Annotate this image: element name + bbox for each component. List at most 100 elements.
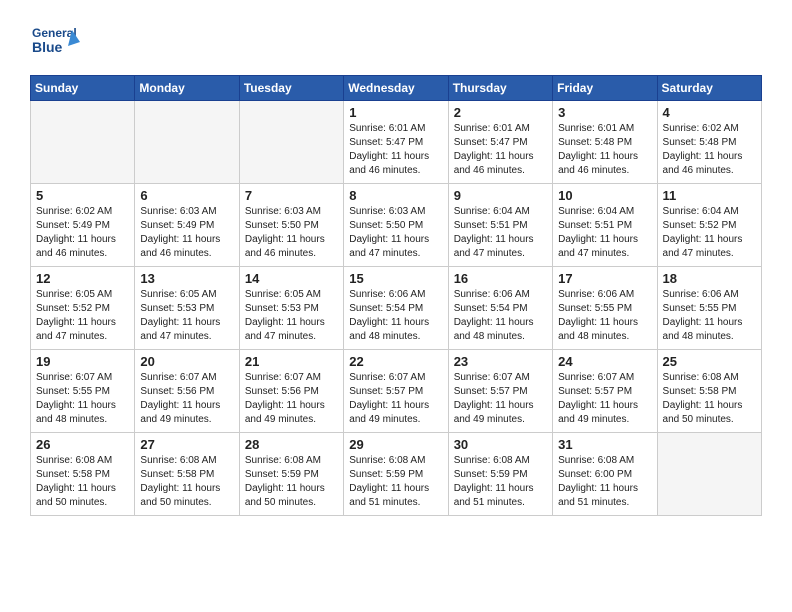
day-info: Sunrise: 6:03 AM Sunset: 5:50 PM Dayligh… <box>349 205 442 261</box>
calendar-cell: 21 Sunrise: 6:07 AM Sunset: 5:56 PM Dayli… <box>239 350 343 433</box>
calendar-header-row: SundayMondayTuesdayWednesdayThursdayFrid… <box>31 76 762 101</box>
day-number: 6 <box>140 188 233 203</box>
day-header-saturday: Saturday <box>657 76 761 101</box>
calendar-cell: 6 Sunrise: 6:03 AM Sunset: 5:49 PM Daylig… <box>135 184 239 267</box>
day-number: 9 <box>454 188 547 203</box>
calendar-cell: 26 Sunrise: 6:08 AM Sunset: 5:58 PM Dayli… <box>31 433 135 516</box>
calendar-week-row: 1 Sunrise: 6:01 AM Sunset: 5:47 PM Daylig… <box>31 101 762 184</box>
day-info: Sunrise: 6:07 AM Sunset: 5:57 PM Dayligh… <box>349 371 442 427</box>
day-info: Sunrise: 6:06 AM Sunset: 5:54 PM Dayligh… <box>349 288 442 344</box>
calendar-cell: 17 Sunrise: 6:06 AM Sunset: 5:55 PM Dayli… <box>553 267 657 350</box>
calendar-week-row: 5 Sunrise: 6:02 AM Sunset: 5:49 PM Daylig… <box>31 184 762 267</box>
day-number: 13 <box>140 271 233 286</box>
calendar-cell: 14Sunrise: 6:05 AM Sunset: 5:53 PM Dayli… <box>239 267 343 350</box>
day-info: Sunrise: 6:06 AM Sunset: 5:54 PM Dayligh… <box>454 288 547 344</box>
day-info: Sunrise: 6:05 AM Sunset: 5:53 PM Dayligh… <box>245 288 338 344</box>
calendar-cell: 4Sunrise: 6:02 AM Sunset: 5:48 PM Daylig… <box>657 101 761 184</box>
calendar-cell <box>135 101 239 184</box>
day-number: 5 <box>36 188 129 203</box>
day-number: 16 <box>454 271 547 286</box>
calendar-cell: 7 Sunrise: 6:03 AM Sunset: 5:50 PM Daylig… <box>239 184 343 267</box>
day-info: Sunrise: 6:08 AM Sunset: 5:59 PM Dayligh… <box>245 454 338 510</box>
day-info: Sunrise: 6:05 AM Sunset: 5:53 PM Dayligh… <box>140 288 233 344</box>
calendar-cell <box>239 101 343 184</box>
page: General Blue SundayMondayTuesdayWednesda… <box>0 0 792 612</box>
calendar-cell: 15 Sunrise: 6:06 AM Sunset: 5:54 PM Dayli… <box>344 267 448 350</box>
day-number: 28 <box>245 437 338 452</box>
calendar-cell: 10 Sunrise: 6:04 AM Sunset: 5:51 PM Dayli… <box>553 184 657 267</box>
calendar-week-row: 26 Sunrise: 6:08 AM Sunset: 5:58 PM Dayli… <box>31 433 762 516</box>
day-info: Sunrise: 6:08 AM Sunset: 5:58 PM Dayligh… <box>36 454 129 510</box>
calendar-cell: 28 Sunrise: 6:08 AM Sunset: 5:59 PM Dayli… <box>239 433 343 516</box>
day-number: 8 <box>349 188 442 203</box>
day-info: Sunrise: 6:08 AM Sunset: 5:59 PM Dayligh… <box>454 454 547 510</box>
day-info: Sunrise: 6:08 AM Sunset: 5:59 PM Dayligh… <box>349 454 442 510</box>
calendar-cell: 5 Sunrise: 6:02 AM Sunset: 5:49 PM Daylig… <box>31 184 135 267</box>
calendar-cell: 31 Sunrise: 6:08 AM Sunset: 6:00 PM Dayli… <box>553 433 657 516</box>
day-info: Sunrise: 6:01 AM Sunset: 5:47 PM Dayligh… <box>454 122 547 178</box>
day-info: Sunrise: 6:04 AM Sunset: 5:51 PM Dayligh… <box>454 205 547 261</box>
calendar-cell: 30Sunrise: 6:08 AM Sunset: 5:59 PM Dayli… <box>448 433 552 516</box>
logo: General Blue <box>30 20 80 65</box>
day-number: 26 <box>36 437 129 452</box>
calendar-cell: 18Sunrise: 6:06 AM Sunset: 5:55 PM Dayli… <box>657 267 761 350</box>
day-info: Sunrise: 6:07 AM Sunset: 5:56 PM Dayligh… <box>245 371 338 427</box>
calendar-table: SundayMondayTuesdayWednesdayThursdayFrid… <box>30 75 762 516</box>
day-info: Sunrise: 6:08 AM Sunset: 5:58 PM Dayligh… <box>140 454 233 510</box>
day-info: Sunrise: 6:04 AM Sunset: 5:51 PM Dayligh… <box>558 205 651 261</box>
calendar-cell: 27 Sunrise: 6:08 AM Sunset: 5:58 PM Dayli… <box>135 433 239 516</box>
calendar-week-row: 12Sunrise: 6:05 AM Sunset: 5:52 PM Dayli… <box>31 267 762 350</box>
day-header-tuesday: Tuesday <box>239 76 343 101</box>
day-number: 31 <box>558 437 651 452</box>
day-info: Sunrise: 6:06 AM Sunset: 5:55 PM Dayligh… <box>558 288 651 344</box>
day-number: 27 <box>140 437 233 452</box>
day-info: Sunrise: 6:02 AM Sunset: 5:49 PM Dayligh… <box>36 205 129 261</box>
calendar-cell: 11 Sunrise: 6:04 AM Sunset: 5:52 PM Dayli… <box>657 184 761 267</box>
header: General Blue <box>30 20 762 65</box>
day-number: 15 <box>349 271 442 286</box>
day-number: 25 <box>663 354 756 369</box>
day-info: Sunrise: 6:03 AM Sunset: 5:50 PM Dayligh… <box>245 205 338 261</box>
day-info: Sunrise: 6:06 AM Sunset: 5:55 PM Dayligh… <box>663 288 756 344</box>
day-number: 17 <box>558 271 651 286</box>
calendar-cell: 2 Sunrise: 6:01 AM Sunset: 5:47 PM Daylig… <box>448 101 552 184</box>
calendar-cell: 3Sunrise: 6:01 AM Sunset: 5:48 PM Daylig… <box>553 101 657 184</box>
calendar-cell: 25 Sunrise: 6:08 AM Sunset: 5:58 PM Dayli… <box>657 350 761 433</box>
day-info: Sunrise: 6:01 AM Sunset: 5:48 PM Dayligh… <box>558 122 651 178</box>
day-info: Sunrise: 6:07 AM Sunset: 5:55 PM Dayligh… <box>36 371 129 427</box>
calendar-cell: 23Sunrise: 6:07 AM Sunset: 5:57 PM Dayli… <box>448 350 552 433</box>
day-number: 23 <box>454 354 547 369</box>
calendar-cell: 20Sunrise: 6:07 AM Sunset: 5:56 PM Dayli… <box>135 350 239 433</box>
day-info: Sunrise: 6:08 AM Sunset: 5:58 PM Dayligh… <box>663 371 756 427</box>
day-info: Sunrise: 6:05 AM Sunset: 5:52 PM Dayligh… <box>36 288 129 344</box>
day-number: 29 <box>349 437 442 452</box>
calendar-cell: 1 Sunrise: 6:01 AM Sunset: 5:47 PM Daylig… <box>344 101 448 184</box>
calendar-cell: 13 Sunrise: 6:05 AM Sunset: 5:53 PM Dayli… <box>135 267 239 350</box>
day-number: 1 <box>349 105 442 120</box>
logo-svg: General Blue <box>30 20 80 65</box>
day-number: 20 <box>140 354 233 369</box>
day-number: 11 <box>663 188 756 203</box>
day-number: 21 <box>245 354 338 369</box>
day-number: 2 <box>454 105 547 120</box>
day-info: Sunrise: 6:01 AM Sunset: 5:47 PM Dayligh… <box>349 122 442 178</box>
day-info: Sunrise: 6:03 AM Sunset: 5:49 PM Dayligh… <box>140 205 233 261</box>
day-info: Sunrise: 6:04 AM Sunset: 5:52 PM Dayligh… <box>663 205 756 261</box>
day-number: 22 <box>349 354 442 369</box>
day-header-wednesday: Wednesday <box>344 76 448 101</box>
calendar-cell: 19 Sunrise: 6:07 AM Sunset: 5:55 PM Dayli… <box>31 350 135 433</box>
calendar-cell: 29 Sunrise: 6:08 AM Sunset: 5:59 PM Dayli… <box>344 433 448 516</box>
day-info: Sunrise: 6:08 AM Sunset: 6:00 PM Dayligh… <box>558 454 651 510</box>
calendar-cell <box>657 433 761 516</box>
calendar-week-row: 19 Sunrise: 6:07 AM Sunset: 5:55 PM Dayli… <box>31 350 762 433</box>
day-header-sunday: Sunday <box>31 76 135 101</box>
day-number: 7 <box>245 188 338 203</box>
calendar-cell: 12Sunrise: 6:05 AM Sunset: 5:52 PM Dayli… <box>31 267 135 350</box>
calendar-cell: 22 Sunrise: 6:07 AM Sunset: 5:57 PM Dayli… <box>344 350 448 433</box>
day-header-thursday: Thursday <box>448 76 552 101</box>
day-info: Sunrise: 6:07 AM Sunset: 5:57 PM Dayligh… <box>558 371 651 427</box>
day-number: 19 <box>36 354 129 369</box>
day-number: 10 <box>558 188 651 203</box>
calendar-cell: 16 Sunrise: 6:06 AM Sunset: 5:54 PM Dayli… <box>448 267 552 350</box>
day-number: 4 <box>663 105 756 120</box>
